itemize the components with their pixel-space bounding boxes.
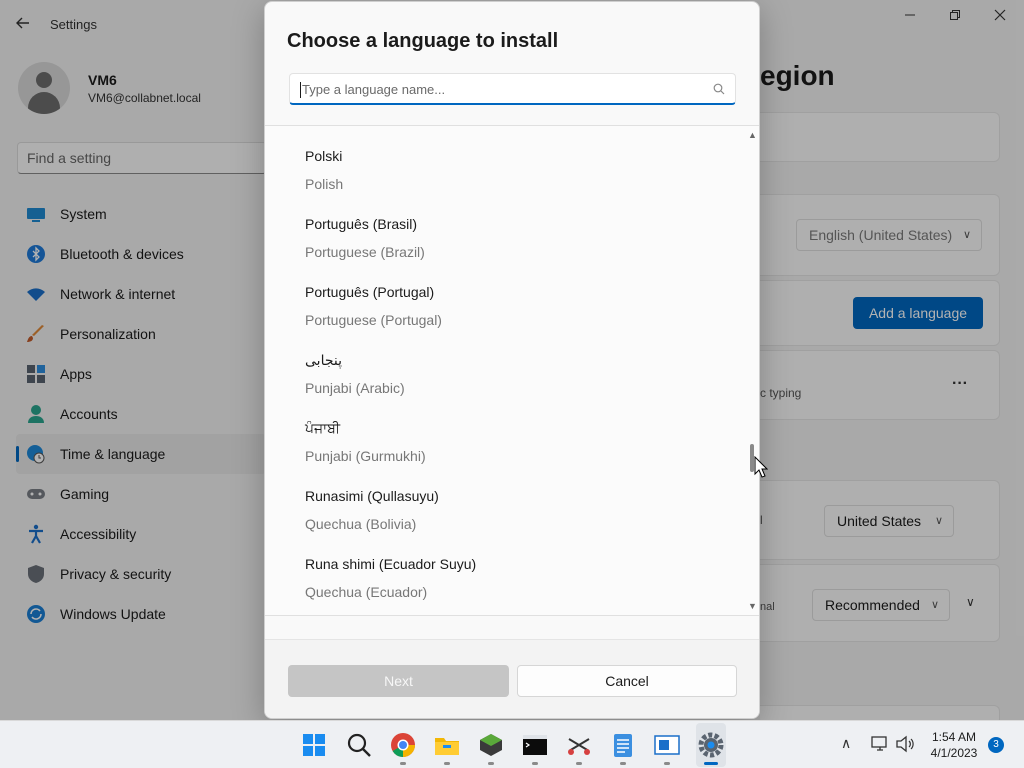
dialog-footer: Next Cancel — [265, 639, 759, 718]
language-native-name: Polski — [305, 148, 343, 164]
text-caret — [300, 82, 301, 98]
snipping-icon[interactable] — [565, 731, 593, 759]
language-search-input[interactable]: Type a language name... — [289, 73, 736, 105]
running-indicator — [532, 762, 538, 765]
taskbar: ∧ 1:54 AM 4/1/2023 3 — [0, 720, 1024, 768]
choose-language-dialog: Choose a language to install Type a lang… — [264, 1, 760, 719]
notification-badge[interactable]: 3 — [988, 737, 1004, 753]
settings-icon[interactable] — [697, 731, 725, 759]
running-indicator — [620, 762, 626, 765]
start-icon[interactable] — [300, 731, 328, 759]
clock-date[interactable]: 4/1/2023 — [924, 746, 984, 760]
next-button[interactable]: Next — [288, 665, 509, 697]
list-item[interactable]: Português (Portugal) Portuguese (Portuga… — [305, 284, 725, 352]
search-icon — [713, 83, 725, 95]
language-english-name: Portuguese (Portugal) — [305, 312, 442, 328]
language-english-name: Polish — [305, 176, 344, 192]
list-item[interactable]: Runasimi (Qullasuyu) Quechua (Bolivia) — [305, 488, 725, 556]
running-indicator — [400, 762, 406, 765]
cancel-button[interactable]: Cancel — [517, 665, 737, 697]
running-indicator — [664, 762, 670, 765]
chrome-icon[interactable] — [389, 731, 417, 759]
scrollbar[interactable]: ▲ ▼ — [745, 126, 759, 615]
scroll-up-arrow-icon[interactable]: ▲ — [748, 130, 757, 140]
running-indicator — [576, 762, 582, 765]
scroll-down-arrow-icon[interactable]: ▼ — [748, 601, 757, 611]
language-english-name: Portuguese (Brazil) — [305, 244, 425, 260]
language-native-name: Português (Portugal) — [305, 284, 435, 300]
search-icon[interactable] — [345, 731, 373, 759]
notepad-icon[interactable] — [609, 731, 637, 759]
list-item[interactable]: Runa shimi (Ecuador Suyu) Quechua (Ecuad… — [305, 556, 725, 615]
language-native-name: Português (Brasil) — [305, 216, 418, 232]
volume-icon[interactable] — [895, 735, 915, 753]
language-native-name: پنجابی — [305, 352, 342, 368]
running-indicator — [444, 762, 450, 765]
network-icon[interactable] — [870, 735, 890, 753]
file-explorer-icon[interactable] — [433, 731, 461, 759]
language-english-name: Quechua (Ecuador) — [305, 584, 428, 600]
chevron-up-icon[interactable]: ∧ — [841, 735, 851, 752]
language-native-name: ਪੰਜਾਬੀ — [305, 420, 341, 436]
language-native-name: Runasimi (Qullasuyu) — [305, 488, 439, 504]
list-item[interactable]: پنجابی Punjabi (Arabic) — [305, 352, 725, 420]
language-list[interactable]: Polski Polish Português (Brasil) Portugu… — [265, 125, 759, 616]
language-english-name: Quechua (Bolivia) — [305, 516, 417, 532]
active-indicator — [704, 762, 718, 765]
window-app-icon[interactable] — [653, 731, 681, 759]
clock-time[interactable]: 1:54 AM — [924, 730, 984, 744]
running-indicator — [488, 762, 494, 765]
language-search-placeholder: Type a language name... — [302, 82, 446, 97]
list-item[interactable]: ਪੰਜਾਬੀ Punjabi (Gurmukhi) — [305, 420, 725, 488]
list-item[interactable]: Polski Polish — [305, 148, 725, 216]
minecraft-icon[interactable] — [477, 731, 505, 759]
language-english-name: Punjabi (Arabic) — [305, 380, 405, 396]
dialog-title: Choose a language to install — [287, 30, 559, 52]
mouse-cursor-icon — [754, 456, 768, 478]
language-native-name: Runa shimi (Ecuador Suyu) — [305, 556, 477, 572]
terminal-icon[interactable] — [521, 731, 549, 759]
list-item[interactable]: Português (Brasil) Portuguese (Brazil) — [305, 216, 725, 284]
language-english-name: Punjabi (Gurmukhi) — [305, 448, 426, 464]
